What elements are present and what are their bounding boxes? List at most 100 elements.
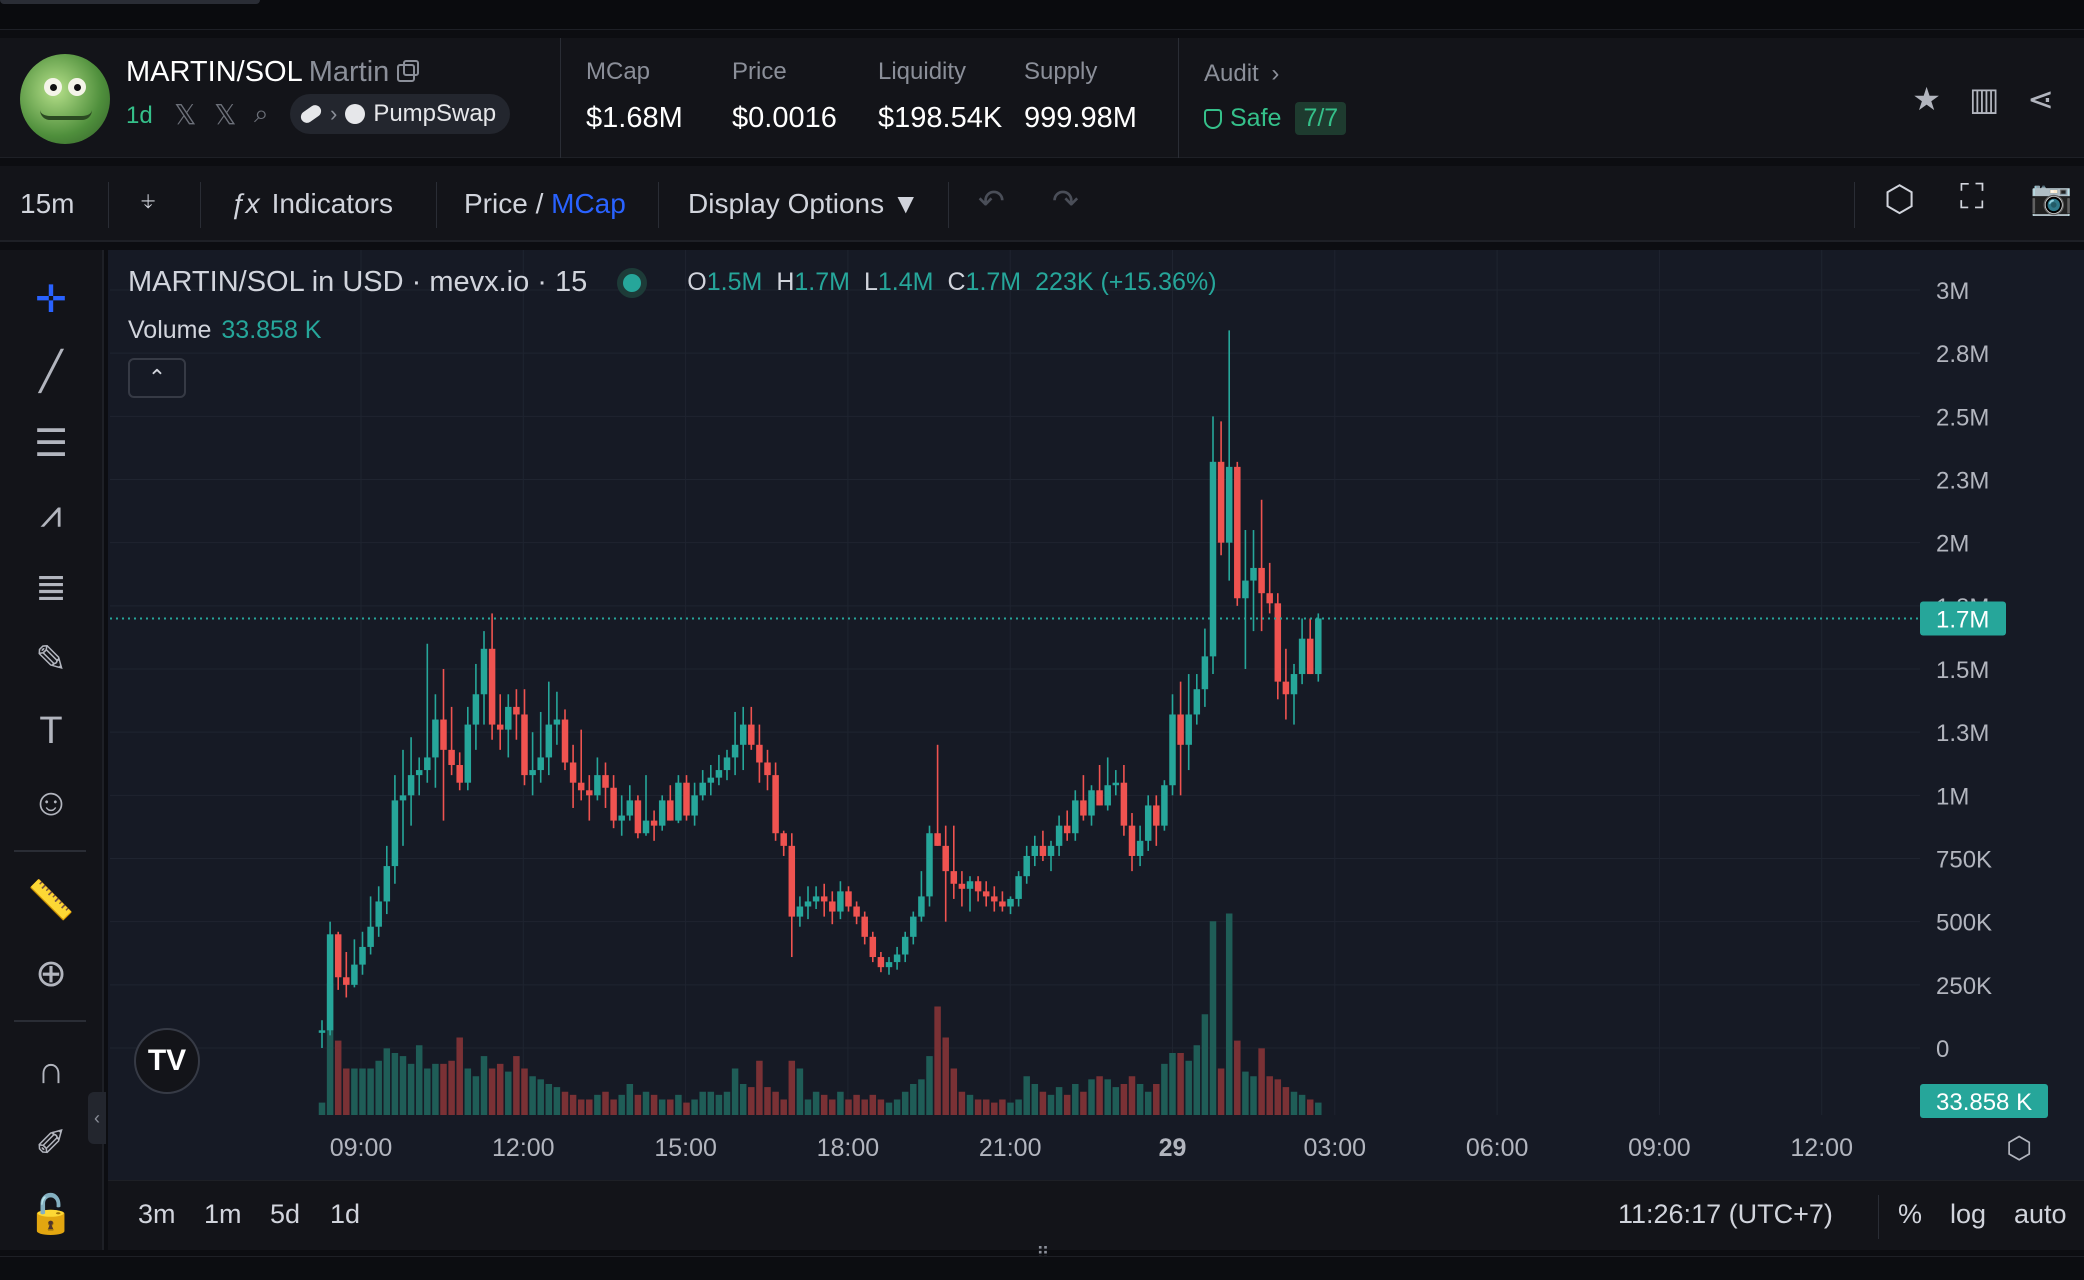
volume-bar — [691, 1099, 698, 1115]
volume-bar — [748, 1087, 755, 1115]
low-value: 1.4M — [877, 268, 934, 296]
candle-body — [1031, 845, 1039, 856]
candle-body — [553, 719, 561, 725]
volume-bar — [999, 1099, 1006, 1115]
volume-bar — [1031, 1084, 1039, 1115]
volume-bar — [610, 1099, 617, 1115]
volume-label: Volume — [128, 316, 212, 344]
current-volume-label: 33.858 K — [1936, 1089, 2032, 1116]
chart-bottom-bar: 3m 1m 5d 1d 11:26:17 (UTC+7) % log auto — [108, 1180, 2084, 1250]
volume-bar — [318, 1102, 326, 1115]
volume-bar — [1015, 1099, 1022, 1115]
price-tick-label: 3M — [1936, 278, 1969, 305]
volume-bar — [1080, 1091, 1087, 1115]
candle-body — [440, 719, 447, 750]
candle-body — [910, 916, 917, 937]
volume-bar — [756, 1060, 763, 1115]
volume-bar — [901, 1091, 909, 1115]
candle-body — [958, 883, 966, 889]
price-tick-label: 500K — [1936, 910, 1992, 937]
volume-bar — [1072, 1084, 1079, 1115]
volume-bar — [788, 1060, 796, 1115]
volume-bar — [650, 1094, 658, 1115]
candle-body — [1209, 461, 1217, 657]
volume-bar — [1161, 1063, 1168, 1115]
volume-bar — [1185, 1060, 1192, 1115]
volume-bar — [1112, 1087, 1120, 1115]
candle-body — [853, 906, 860, 917]
range-1m[interactable]: 1m — [204, 1199, 242, 1230]
candle-body — [1055, 825, 1063, 846]
time-tick-label: 12:00 — [492, 1134, 555, 1162]
volume-bar — [675, 1094, 682, 1115]
collapse-legend-button[interactable]: ⌃ — [128, 358, 186, 398]
candle-body — [1136, 840, 1144, 856]
tradingview-logo-icon[interactable]: TV — [134, 1028, 200, 1094]
candle-body — [1177, 714, 1184, 745]
volume-bar — [1055, 1087, 1063, 1115]
axis-settings-icon[interactable]: ⬡ — [2006, 1131, 2032, 1166]
range-1d[interactable]: 1d — [330, 1199, 360, 1230]
candle-body — [610, 787, 617, 821]
candle-body — [812, 896, 820, 902]
volume-bar — [796, 1068, 804, 1115]
price-tick-label: 0 — [1936, 1036, 1949, 1063]
candle-body — [1161, 785, 1168, 826]
candlestick-chart[interactable]: 3M2.8M2.5M2.3M2M1.8M1.5M1.3M1M750K500K25… — [0, 0, 2084, 1280]
auto-toggle[interactable]: auto — [2014, 1199, 2067, 1230]
candle-body — [974, 881, 982, 892]
volume-bar — [496, 1063, 504, 1115]
high-label: H — [776, 268, 795, 296]
candle-body — [383, 866, 391, 902]
price-tick-label: 2.5M — [1936, 404, 1989, 431]
price-tick-label: 750K — [1936, 847, 1992, 874]
time-tick-label: 15:00 — [654, 1134, 717, 1162]
candle-body — [1298, 638, 1306, 675]
candle-body — [561, 719, 569, 763]
candle-body — [1023, 855, 1030, 877]
time-tick-label: 18:00 — [817, 1134, 880, 1162]
volume-bar — [513, 1056, 520, 1115]
volume-bar — [1234, 1040, 1241, 1115]
candle-body — [415, 770, 423, 776]
volume-bar — [764, 1087, 771, 1115]
volume-bar — [505, 1071, 512, 1115]
candle-body — [739, 724, 747, 745]
volume-bar — [974, 1099, 982, 1115]
time-tick-label: 29 — [1159, 1134, 1187, 1162]
volume-bar — [464, 1068, 472, 1115]
candle-body — [764, 762, 771, 776]
volume-bar — [707, 1091, 715, 1115]
price-tick-label: 1.5M — [1936, 657, 1989, 684]
close-value: 1.7M — [965, 268, 1022, 296]
volume-bar — [893, 1099, 901, 1115]
candle-body — [748, 724, 755, 745]
volume-bar — [1242, 1071, 1249, 1115]
candle-body — [407, 775, 415, 796]
candle-body — [723, 757, 731, 771]
candle-body — [359, 946, 366, 965]
volume-bar — [1120, 1084, 1128, 1115]
candle-body — [1072, 800, 1079, 834]
candle-body — [594, 775, 601, 796]
volume-bar — [853, 1094, 860, 1115]
candle-body — [456, 765, 463, 783]
current-price-tag: 1.7M — [1920, 601, 2006, 636]
candle-body — [432, 719, 439, 758]
candle-body — [448, 749, 455, 766]
price-tick-label: 2.8M — [1936, 341, 1989, 368]
percent-toggle[interactable]: % — [1898, 1199, 1922, 1230]
candle-body — [1153, 805, 1160, 826]
log-toggle[interactable]: log — [1950, 1199, 1986, 1230]
candle-body — [780, 833, 787, 846]
volume-bar — [1315, 1102, 1322, 1115]
chart-legend: MARTIN/SOL in USD · mevx.io · 15 O1.5M H1… — [128, 266, 1231, 299]
open-label: O — [687, 268, 707, 296]
candle-body — [537, 757, 544, 771]
range-5d[interactable]: 5d — [270, 1199, 300, 1230]
candle-body — [667, 800, 674, 821]
candle-body — [837, 891, 844, 912]
clock[interactable]: 11:26:17 (UTC+7) — [1618, 1199, 1833, 1230]
range-3m[interactable]: 3m — [138, 1199, 176, 1230]
volume-bar — [1023, 1076, 1030, 1115]
